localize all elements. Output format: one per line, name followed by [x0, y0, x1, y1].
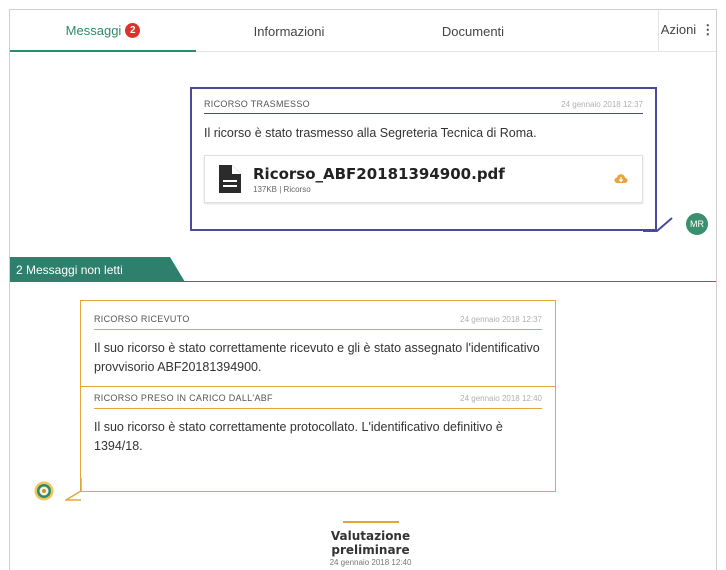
- message-header: RICORSO PRESO IN CARICO DALL'ABF 24 genn…: [94, 387, 542, 409]
- actions-label: Azioni: [660, 22, 697, 37]
- actions-menu-button[interactable]: Azioni ⋮: [658, 10, 716, 52]
- tab-bar: Messaggi 2 Informazioni Documenti Azioni…: [10, 10, 716, 52]
- message-header: RICORSO TRASMESSO 24 gennaio 2018 12:37: [204, 89, 643, 114]
- tab-messaggi-label: Messaggi: [65, 22, 122, 38]
- status-title: Valutazione preliminare: [330, 529, 411, 557]
- tab-documenti-label: Documenti: [441, 23, 505, 39]
- message-body: Il suo ricorso è stato correttamente ric…: [94, 341, 540, 374]
- document-icon: [219, 165, 241, 193]
- ricorso-detail-panel: Messaggi 2 Informazioni Documenti Azioni…: [9, 9, 717, 570]
- message-title: RICORSO RICEVUTO: [94, 314, 190, 324]
- received-bubble-tail: [65, 478, 82, 501]
- abf-logo-avatar: [34, 481, 54, 501]
- message-date: 24 gennaio 2018 12:37: [561, 99, 643, 109]
- tab-messaggi[interactable]: Messaggi 2: [10, 10, 196, 52]
- cloud-download-icon[interactable]: [614, 172, 628, 186]
- message-body: Il ricorso è stato trasmesso alla Segret…: [204, 126, 537, 140]
- message-title: RICORSO PRESO IN CARICO DALL'ABF: [94, 393, 273, 403]
- received-message-2: RICORSO PRESO IN CARICO DALL'ABF 24 genn…: [81, 386, 555, 465]
- attachment-card[interactable]: Ricorso_ABF20181394900.pdf 137KB | Ricor…: [204, 155, 643, 203]
- status-date: 24 gennaio 2018 12:40: [329, 558, 412, 567]
- kebab-menu-icon: ⋮: [701, 22, 715, 37]
- received-message-card: RICORSO RICEVUTO 24 gennaio 2018 12:37 I…: [80, 300, 556, 492]
- attachment-meta: 137KB | Ricorso: [253, 184, 311, 194]
- status-top-line: [342, 521, 399, 523]
- avatar: MR: [686, 213, 708, 235]
- attachment-info: Ricorso_ABF20181394900.pdf 137KB | Ricor…: [253, 165, 505, 194]
- unread-divider: 2 Messaggi non letti: [10, 254, 716, 282]
- message-header: RICORSO RICEVUTO 24 gennaio 2018 12:37: [94, 301, 542, 330]
- unread-label: 2 Messaggi non letti: [16, 263, 123, 277]
- received-message-1: RICORSO RICEVUTO 24 gennaio 2018 12:37 I…: [94, 301, 542, 386]
- message-title: RICORSO TRASMESSO: [204, 99, 310, 109]
- message-date: 24 gennaio 2018 12:37: [460, 314, 542, 324]
- tab-informazioni[interactable]: Informazioni: [196, 10, 382, 52]
- tab-documenti[interactable]: Documenti: [380, 10, 566, 52]
- message-body: Il suo ricorso è stato correttamente pro…: [94, 420, 503, 453]
- tab-informazioni-label: Informazioni: [253, 23, 325, 39]
- sent-bubble-tail: [643, 217, 673, 232]
- sent-message-card: RICORSO TRASMESSO 24 gennaio 2018 12:37 …: [190, 87, 657, 231]
- message-date: 24 gennaio 2018 12:40: [460, 393, 542, 403]
- status-indicator: Valutazione preliminare 24 gennaio 2018 …: [293, 521, 448, 570]
- attachment-filename: Ricorso_ABF20181394900.pdf: [253, 164, 505, 183]
- unread-count-badge: 2: [125, 22, 141, 38]
